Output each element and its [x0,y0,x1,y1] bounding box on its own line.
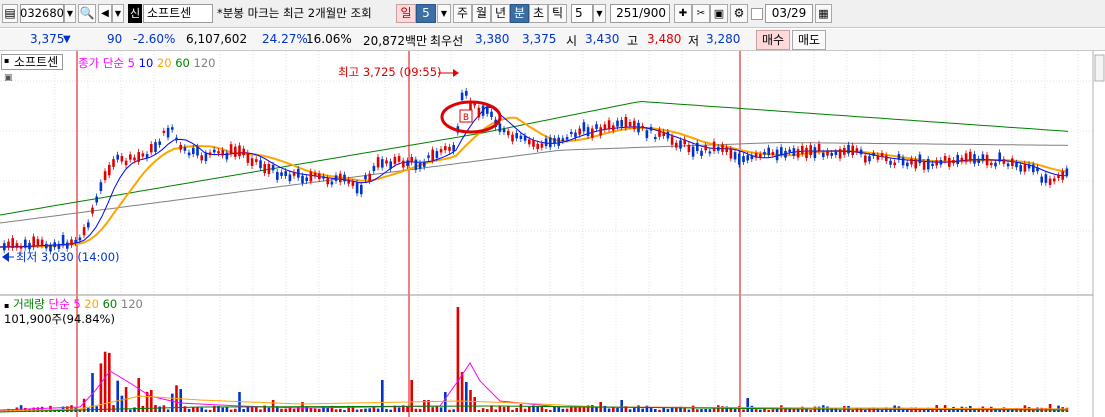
calendar-icon[interactable]: ▦ [815,4,832,23]
date-field[interactable]: 03/29 [765,4,813,23]
stock-name-field[interactable]: 소프트센 [143,4,213,23]
period-minute[interactable]: 분 [510,4,529,23]
interval-select-icon[interactable]: ▼ [593,4,606,23]
market-badge: 신 [128,4,142,23]
search-icon[interactable]: 🔍 [78,4,96,23]
volume-bars [3,307,1069,412]
chart-title[interactable]: ▪ 소프트센 [1,54,64,70]
candles [3,87,1069,255]
period-tick[interactable]: 틱 [548,4,567,23]
date-checkbox[interactable] [751,8,763,20]
stock-code-input[interactable]: 032680 [20,4,64,23]
sound-icon[interactable]: ◀ [98,4,112,23]
legend-close: 종가 단순 [78,56,124,70]
chart-grid [0,51,1093,417]
day-separators [76,51,741,417]
period-interval[interactable]: 5 [416,4,436,23]
legend-ma60: 60 [175,56,190,70]
extra-rate: 16.06% [306,32,352,46]
plus-chart-icon[interactable]: ✚ [674,4,692,23]
period-year[interactable]: 년 [491,4,510,23]
moving-averages [0,100,1069,248]
open-price: 3,430 [585,32,620,46]
change-rate: -2.60% [133,32,176,46]
price-legend: 종가 단순 5 10 20 60 120 [78,55,215,71]
open-label: 시 [566,34,578,48]
count-field[interactable]: 251/900 [610,4,670,23]
current-price: 3,375 [30,32,65,46]
period-day[interactable]: 일 [396,4,416,23]
sound-dropdown-icon[interactable]: ▼ [112,4,124,23]
low-arrow-head [2,252,9,262]
tools-icon[interactable]: ✂ [692,4,710,23]
high-arrow-head [453,69,459,77]
stock-list-icon[interactable]: ▤ [2,4,18,23]
high-label: 고 [627,34,639,48]
legend-vol60: 60 [102,297,118,311]
trade-volume: 6,107,602 [186,32,248,46]
legend-vol20: 20 [84,297,99,311]
best-bid: 3,375 [522,32,557,46]
down-arrow-icon: ▼ [63,34,71,45]
period-week[interactable]: 주 [453,4,472,23]
high-note: 최고 3,725 (09:55) [338,65,442,79]
trade-amount: 20,872백만 [363,34,428,48]
save-icon[interactable]: ▣ [710,4,728,23]
scroll-thumb[interactable] [1094,54,1105,82]
turnover-rate: 24.27% [262,32,308,46]
volume-averages [0,362,1069,413]
toolbar: ▤ 032680 ▼ 🔍 ◀ ▼ 신 소프트센 *분봉 마크는 최근 2개월만 … [0,0,1105,28]
legend-vol-simple: 단순 [48,297,70,311]
interval-input[interactable]: 5 [571,4,593,23]
legend-ma5: 5 [127,56,135,70]
price-change: 90 [107,32,123,46]
gear-icon[interactable]: ⚙ [730,4,748,23]
legend-volume: 거래량 [13,297,45,311]
quote-bar: 3,375 ▼ 90 -2.60% 6,107,602 24.27% 16.06… [0,29,1105,51]
legend-vol5: 5 [73,297,81,311]
best-label: 최우선 [430,34,464,48]
low-note: 최저 3,030 (14:00) [16,250,120,264]
legend-vol120: 120 [120,297,143,311]
volume-handle-icon[interactable]: ▪ [4,301,9,310]
legend-ma10: 10 [138,56,154,70]
b-marker-label: B [463,113,469,123]
chart-area[interactable]: B 최고 3,725 (09:55) 최저 3,030 (14:00) [0,51,1105,417]
volume-legend: ▪ 거래량 단순 5 20 60 120 [4,296,143,312]
legend-ma20: 20 [156,56,172,70]
panel-settings-icon[interactable]: ▣ [4,73,13,83]
period-second[interactable]: 초 [529,4,548,23]
low-price: 3,280 [706,32,741,46]
high-price: 3,480 [647,32,682,46]
volume-value: 101,900주(94.84%) [4,312,115,326]
period-month[interactable]: 월 [472,4,491,23]
notice-text: *분봉 마크는 최근 2개월만 조회 [217,6,372,20]
panel-handle-icon[interactable]: ▪ [4,54,9,68]
code-dropdown-icon[interactable]: ▼ [64,4,76,23]
sell-button[interactable]: 매도 [792,30,826,50]
best-ask: 3,380 [475,32,510,46]
low-label: 저 [688,34,700,48]
buy-button[interactable]: 매수 [756,30,790,50]
interval-dropdown-icon[interactable]: ▼ [437,4,451,23]
legend-ma120: 120 [193,56,216,70]
